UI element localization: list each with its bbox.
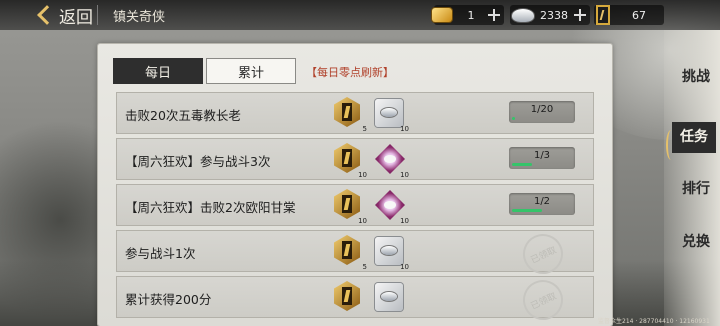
task-name: 击败20次五毒教长老 — [125, 108, 241, 123]
claimed-stamp: 已领取 — [516, 273, 570, 326]
token-medal-icon — [334, 143, 360, 173]
silver-resource[interactable]: 2338 — [510, 5, 590, 25]
back-button[interactable]: 返回 — [36, 4, 93, 28]
nav-challenge[interactable]: 挑战 — [678, 70, 714, 85]
add-silver-icon[interactable] — [574, 9, 586, 21]
silver-icon — [375, 237, 403, 265]
token-icon — [596, 5, 610, 25]
reward-silver[interactable]: 10 — [373, 234, 409, 271]
top-bar: 返回 镇关奇侠 1 2338 67 — [0, 0, 720, 30]
reward-gift[interactable]: 10 — [373, 188, 409, 225]
reward-token[interactable]: 5 — [331, 234, 367, 271]
task-name: 累计获得200分 — [125, 292, 212, 307]
reward-count: 10 — [400, 217, 409, 225]
claimed-stamp: 已领取 — [516, 227, 570, 281]
reward-count: 10 — [400, 125, 409, 133]
list-item: 【周六狂欢】击败2次欧阳甘棠 10 10 1/2 — [116, 184, 594, 226]
silver-icon — [512, 9, 534, 22]
progress-text: 1/3 — [533, 150, 551, 161]
reward-silver[interactable] — [373, 280, 407, 314]
reward-token[interactable] — [331, 280, 365, 314]
back-label: 返回 — [59, 7, 93, 28]
token-medal-icon — [334, 281, 360, 311]
gold-ingot-icon — [432, 8, 452, 22]
gold-resource[interactable]: 1 — [432, 5, 504, 25]
nav-ranking[interactable]: 排行 — [678, 182, 714, 197]
task-name: 【周六狂欢】击败2次欧阳甘棠 — [125, 200, 296, 215]
token-medal-icon — [334, 97, 360, 127]
refresh-note: 【每日零点刷新】 — [306, 66, 394, 79]
divider — [97, 5, 98, 25]
list-item: 累计获得200分 已领取 — [116, 273, 594, 326]
silver-icon — [375, 283, 403, 311]
chevron-left-icon — [37, 5, 57, 25]
token-medal-icon — [334, 235, 360, 265]
right-nav: 挑战 任务 排行 兑换 — [664, 30, 720, 326]
reward-count: 5 — [362, 125, 367, 133]
task-name: 【周六狂欢】参与战斗3次 — [125, 154, 271, 169]
progress-text: 1/2 — [533, 196, 551, 207]
reward-count: 10 — [400, 171, 409, 179]
reward-count: 5 — [362, 263, 367, 271]
footer-id-text: 监督众生214 · 287704410 · 12160931 — [598, 318, 710, 325]
list-item: 【周六狂欢】参与战斗3次 10 10 1/3 — [116, 138, 594, 180]
task-panel: 每日 累计 【每日零点刷新】 击败20次五毒教长老 5 10 1/20 【周六狂… — [98, 44, 612, 326]
tab-cumulative[interactable]: 累计 — [206, 58, 296, 84]
progress-fill — [512, 209, 542, 212]
nav-tasks[interactable]: 任务 — [666, 122, 716, 160]
reward-silver[interactable]: 10 — [373, 96, 409, 133]
reward-count: 10 — [358, 171, 367, 179]
silver-icon — [375, 99, 403, 127]
progress-bar: 1/2 — [509, 193, 575, 215]
tab-daily[interactable]: 每日 — [113, 58, 203, 84]
reward-count: 10 — [400, 263, 409, 271]
token-resource: 67 — [594, 5, 664, 25]
task-list[interactable]: 击败20次五毒教长老 5 10 1/20 【周六狂欢】参与战斗3次 10 10 … — [116, 92, 594, 326]
progress-text: 1/20 — [530, 104, 554, 115]
gift-box-icon — [375, 190, 405, 220]
list-item: 参与战斗1次 5 10 已领取 — [116, 227, 594, 281]
add-gold-icon[interactable] — [488, 9, 500, 21]
reward-token[interactable]: 5 — [331, 96, 367, 133]
progress-bar: 1/20 — [509, 101, 575, 123]
progress-bar: 1/3 — [509, 147, 575, 169]
token-medal-icon — [334, 189, 360, 219]
reward-count: 10 — [358, 217, 367, 225]
reward-gift[interactable]: 10 — [373, 142, 409, 179]
page-title: 镇关奇侠 — [113, 10, 166, 25]
progress-fill — [512, 163, 532, 166]
task-name: 参与战斗1次 — [125, 246, 196, 261]
nav-exchange[interactable]: 兑换 — [678, 235, 714, 250]
list-item: 击败20次五毒教长老 5 10 1/20 — [116, 92, 594, 134]
gift-box-icon — [375, 144, 405, 174]
progress-fill — [512, 117, 515, 120]
reward-token[interactable]: 10 — [331, 142, 367, 179]
reward-token[interactable]: 10 — [331, 188, 367, 225]
